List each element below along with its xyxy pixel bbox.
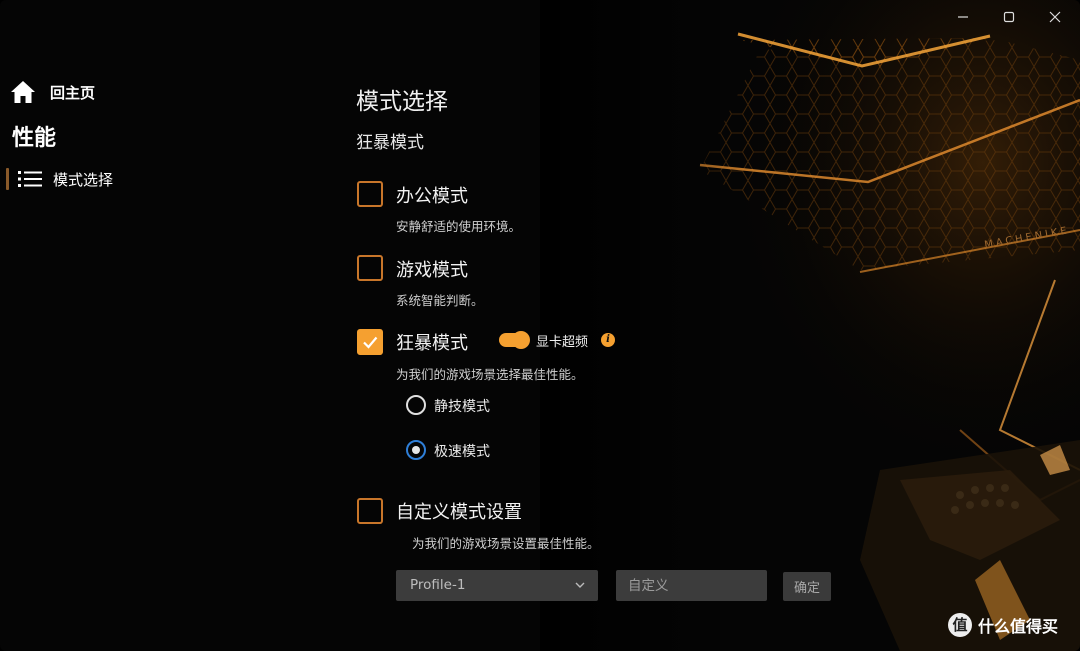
toggle-knob — [512, 331, 530, 349]
page-title: 模式选择 — [356, 89, 448, 115]
minimize-button[interactable] — [940, 4, 986, 30]
background-artwork: MACHENIKE — [0, 0, 1080, 651]
maximize-button[interactable] — [986, 4, 1032, 30]
sidebar-item-label: 模式选择 — [53, 170, 114, 189]
gpu-overclock-toggle[interactable] — [499, 331, 530, 349]
list-icon — [18, 171, 42, 187]
game-mode-desc: 系统智能判断。 — [396, 293, 484, 308]
app-window: MACHENIKE 回主页 性能 模式选择 模式选择 狂暴模式 办公模式 安静舒… — [0, 0, 1080, 651]
current-mode-label: 狂暴模式 — [356, 133, 424, 153]
watermark-badge: 值 — [948, 613, 972, 637]
profile-select-value: Profile-1 — [410, 577, 466, 593]
info-icon[interactable]: i — [601, 333, 615, 347]
office-mode-label: 办公模式 — [396, 186, 468, 207]
confirm-button[interactable]: 确定 — [783, 572, 831, 601]
office-mode-desc: 安静舒适的使用环境。 — [396, 219, 522, 234]
home-label: 回主页 — [50, 83, 96, 102]
game-mode-label: 游戏模式 — [396, 260, 468, 281]
home-icon — [11, 81, 35, 103]
chevron-down-icon — [575, 582, 585, 588]
watermark-text: 什么值得买 — [978, 617, 1059, 636]
profile-select[interactable]: Profile-1 — [396, 570, 598, 601]
active-indicator — [6, 168, 9, 190]
watermark: 值 什么值得买 — [948, 613, 1058, 637]
checkmark-icon — [363, 336, 378, 349]
office-mode-checkbox[interactable] — [357, 181, 383, 207]
custom-mode-desc: 为我们的游戏场景设置最佳性能。 — [412, 536, 600, 551]
close-icon — [1049, 11, 1061, 23]
home-link[interactable]: 回主页 — [10, 80, 95, 104]
minimize-icon — [958, 16, 968, 18]
section-title: 性能 — [12, 126, 57, 151]
frenzy-mode-desc: 为我们的游戏场景选择最佳性能。 — [396, 367, 584, 382]
custom-name-input[interactable] — [616, 570, 767, 601]
sidebar-item-mode-select[interactable]: 模式选择 — [6, 166, 113, 192]
gpu-overclock-label: 显卡超频 — [536, 335, 589, 350]
quiet-submode-label: 静技模式 — [434, 399, 490, 415]
game-mode-checkbox[interactable] — [357, 255, 383, 281]
turbo-submode-label: 极速模式 — [434, 444, 490, 460]
custom-mode-checkbox[interactable] — [357, 498, 383, 524]
maximize-icon — [1003, 11, 1015, 23]
custom-mode-label: 自定义模式设置 — [396, 502, 522, 523]
close-button[interactable] — [1032, 4, 1078, 30]
quiet-submode-radio[interactable] — [406, 395, 426, 415]
frenzy-mode-checkbox[interactable] — [357, 329, 383, 355]
frenzy-mode-label: 狂暴模式 — [396, 333, 468, 354]
turbo-submode-radio[interactable] — [406, 440, 426, 460]
